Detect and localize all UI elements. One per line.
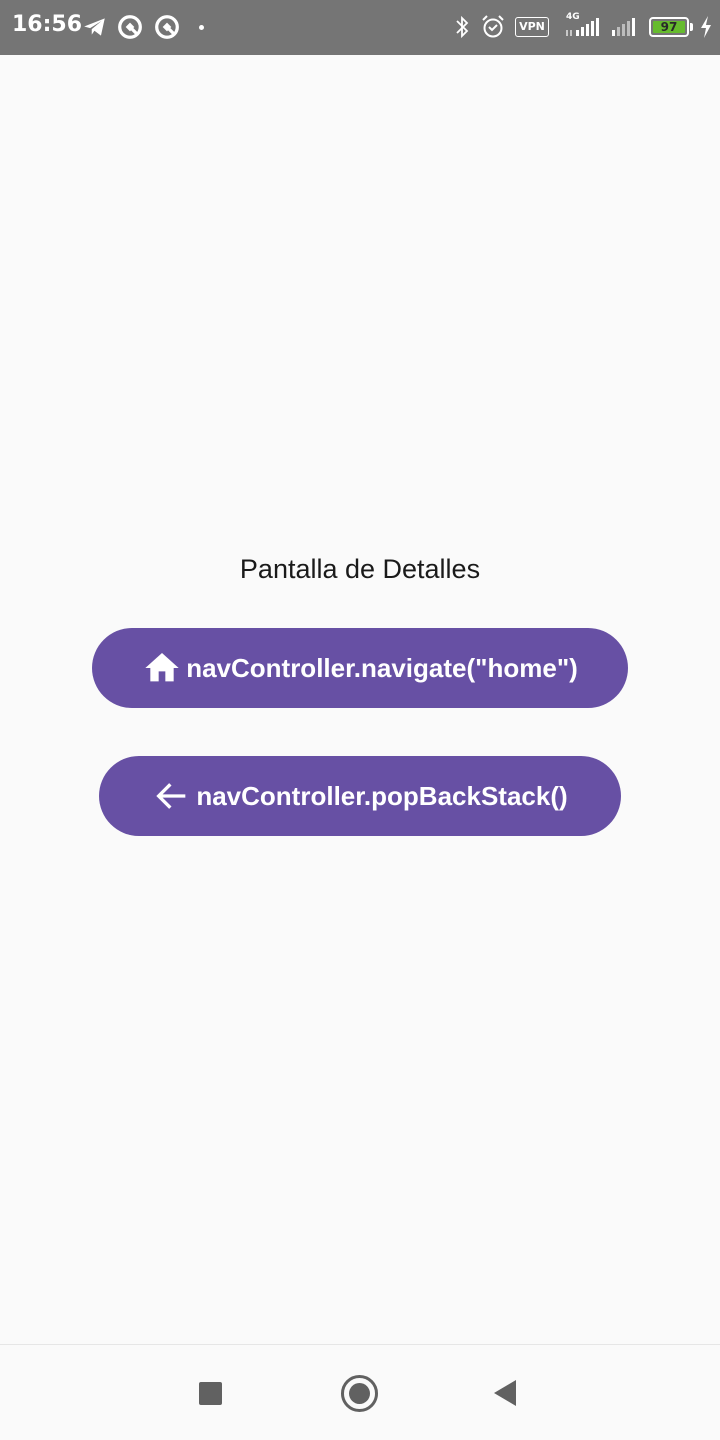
- home-icon: [142, 648, 182, 688]
- telegram-icon: [82, 14, 108, 45]
- navigate-home-label: navController.navigate("home"): [186, 652, 578, 683]
- arrow-back-icon: [152, 776, 192, 816]
- home-nav-icon[interactable]: [341, 1375, 378, 1412]
- home-nav-inner: [349, 1383, 370, 1404]
- status-time: 16:56: [12, 12, 83, 37]
- recent-apps-icon[interactable]: [199, 1382, 222, 1405]
- status-bar: 16:56 VPN 4G 97: [0, 0, 720, 55]
- navigate-home-button[interactable]: navController.navigate("home"): [92, 628, 628, 708]
- system-nav-bar: [0, 1344, 720, 1440]
- signal-icon: [564, 16, 602, 43]
- battery-level: 97: [653, 21, 685, 33]
- app-icon: [117, 14, 143, 45]
- alarm-icon: [480, 14, 506, 45]
- battery-cap: [690, 23, 693, 31]
- notification-dot-icon: [199, 25, 204, 30]
- pop-back-stack-button[interactable]: navController.popBackStack(): [99, 756, 621, 836]
- page-title: Pantalla de Detalles: [239, 554, 481, 584]
- back-nav-icon[interactable]: [493, 1379, 517, 1412]
- bluetooth-icon: [453, 14, 471, 45]
- vpn-icon: VPN: [515, 17, 549, 37]
- app-icon: [154, 14, 180, 45]
- signal-icon: [610, 16, 642, 43]
- battery-icon: 97: [649, 17, 689, 37]
- charging-icon: [699, 15, 713, 44]
- pop-back-stack-label: navController.popBackStack(): [196, 780, 568, 811]
